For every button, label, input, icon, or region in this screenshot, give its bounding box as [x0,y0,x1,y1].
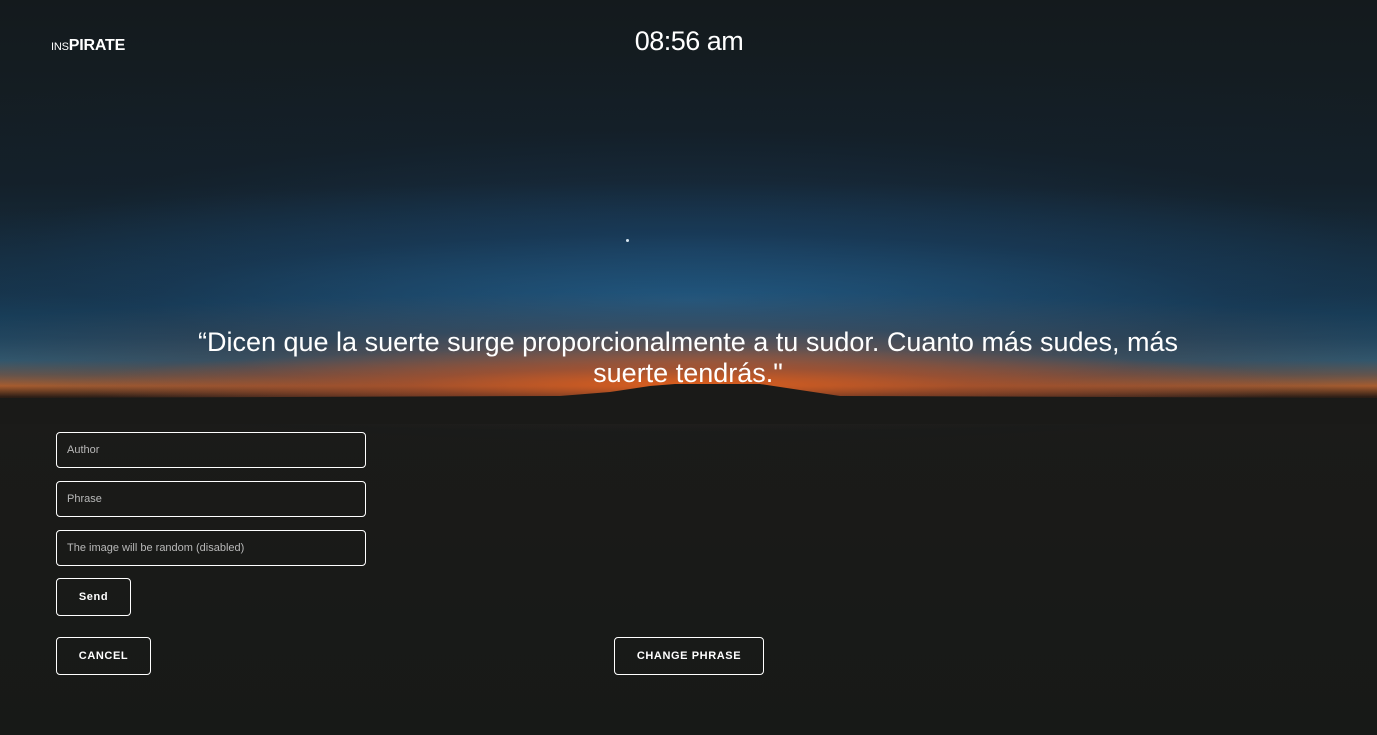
image-input [56,530,366,566]
send-button[interactable]: Send [56,578,131,616]
mountain-silhouette [0,384,1377,424]
cancel-button[interactable]: CANCEL [56,637,151,675]
author-input[interactable] [56,432,366,468]
star-dot [626,239,629,242]
app-logo[interactable]: INSPIRATE [51,37,125,55]
phrase-input[interactable] [56,481,366,517]
app-stage: INSPIRATE 08:56 am “Dicen que la suerte … [0,0,1377,735]
clock-time: 08:56 am [634,26,744,56]
logo-main: PIRATE [68,37,126,54]
quote-text: “Dicen que la suerte surge proporcionalm… [197,327,1179,388]
logo-prefix: INS [51,41,69,53]
change-phrase-button[interactable]: CHANGE PHRASE [614,637,764,675]
